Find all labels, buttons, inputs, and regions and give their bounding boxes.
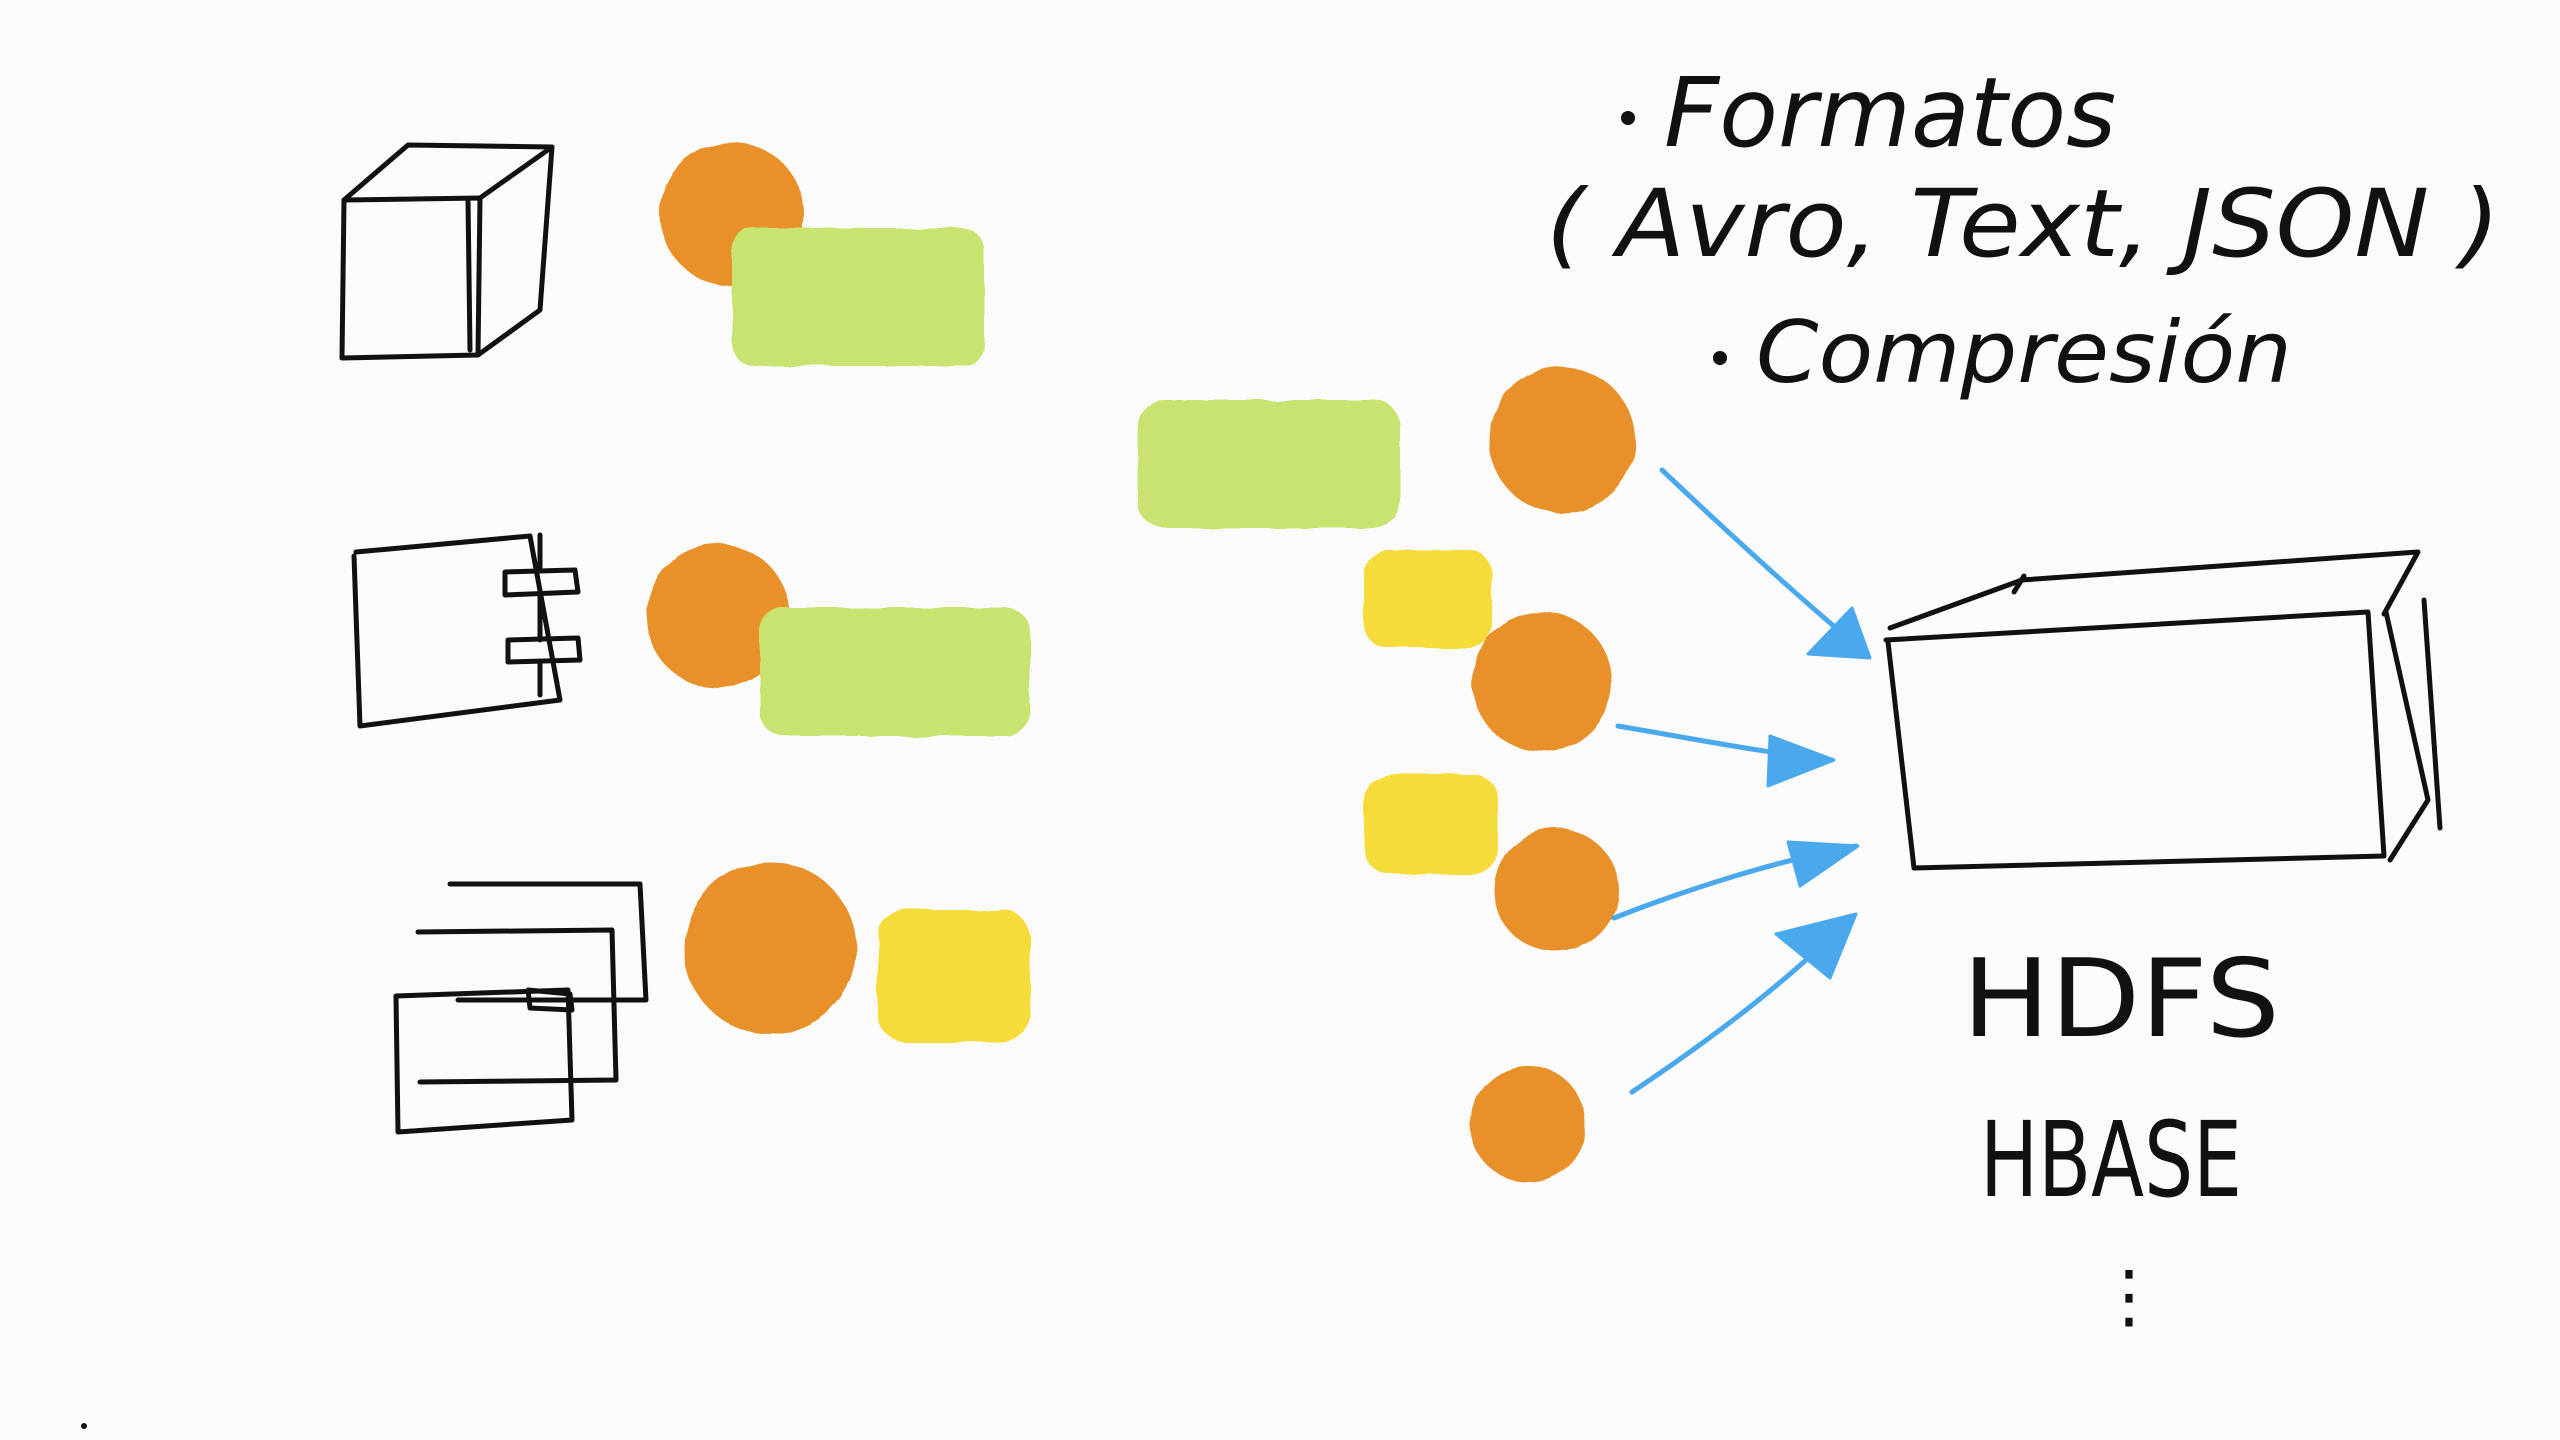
bullet-icon — [1621, 111, 1635, 125]
orange-record — [684, 862, 856, 1034]
label-hdfs: HDFS — [1962, 937, 2280, 1062]
storage-box-icon — [1883, 549, 2443, 871]
yellow-record — [1364, 550, 1492, 648]
yellow-record — [1364, 774, 1498, 874]
arrow-icon — [1615, 723, 1836, 788]
orange-record — [1489, 367, 1635, 513]
bullet-icon — [1713, 351, 1727, 365]
source-2-data — [646, 544, 1030, 736]
green-record — [732, 228, 984, 366]
arrow-icon — [1611, 840, 1860, 921]
yellow-record — [878, 910, 1030, 1042]
whiteboard-sketch: Formatos ( Avro, Text, JSON ) Compresión… — [81, 57, 2500, 1429]
label-more: ⋮ — [2094, 1255, 2164, 1337]
note-formats: Formatos — [1664, 57, 2116, 169]
stacked-documents-icon — [393, 881, 649, 1135]
storage-labels: HDFS HBASE ⋮ — [1962, 937, 2280, 1337]
orange-record — [1470, 1066, 1586, 1182]
label-hbase: HBASE — [1980, 1099, 2242, 1221]
note-compression: Compresión — [1756, 303, 2292, 403]
stray-dot — [81, 1423, 87, 1429]
source-3-data — [684, 862, 1030, 1042]
orange-record — [1494, 828, 1618, 952]
ingest-arrows — [1611, 467, 1872, 1095]
source-1-data — [660, 142, 984, 366]
arrow-icon — [1659, 467, 1872, 660]
green-record — [1138, 400, 1400, 528]
cube-icon — [339, 142, 555, 361]
transit-records — [1138, 367, 1635, 1182]
format-notes: Formatos ( Avro, Text, JSON ) Compresión — [1546, 57, 2500, 403]
green-record — [760, 608, 1030, 736]
component-icon — [351, 532, 583, 729]
arrow-icon — [1629, 912, 1858, 1095]
note-format-list: ( Avro, Text, JSON ) — [1546, 170, 2500, 279]
orange-record — [1472, 612, 1612, 752]
